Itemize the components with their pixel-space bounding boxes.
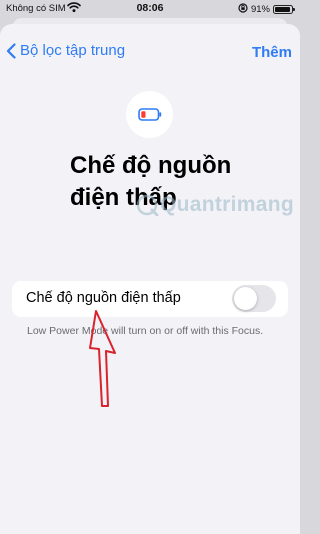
status-right: 91% — [238, 3, 295, 16]
back-button[interactable]: Bộ lọc tập trung — [6, 42, 125, 59]
low-battery-icon — [126, 91, 173, 138]
watermark-logo-icon — [136, 194, 159, 216]
add-button[interactable]: Thêm — [252, 44, 292, 61]
low-power-mode-label: Chế độ nguồn điện thấp — [26, 290, 181, 306]
lock-rotation-icon — [238, 3, 248, 16]
watermark-text: Quantrimang — [160, 193, 294, 216]
battery-percent: 91% — [250, 4, 270, 15]
toggle-knob — [234, 287, 257, 310]
chevron-left-icon — [6, 42, 16, 59]
back-button-label: Bộ lọc tập trung — [20, 42, 126, 59]
status-bar: Không có SIM 08:06 91% — [0, 0, 300, 18]
low-power-mode-row: Chế độ nguồn điện thấp — [12, 281, 288, 317]
setting-footer-text: Low Power Mode will turn on or off with … — [27, 325, 264, 337]
low-power-mode-toggle[interactable] — [232, 285, 276, 312]
battery-icon — [273, 5, 295, 14]
watermark: Quantrimang — [134, 193, 294, 217]
